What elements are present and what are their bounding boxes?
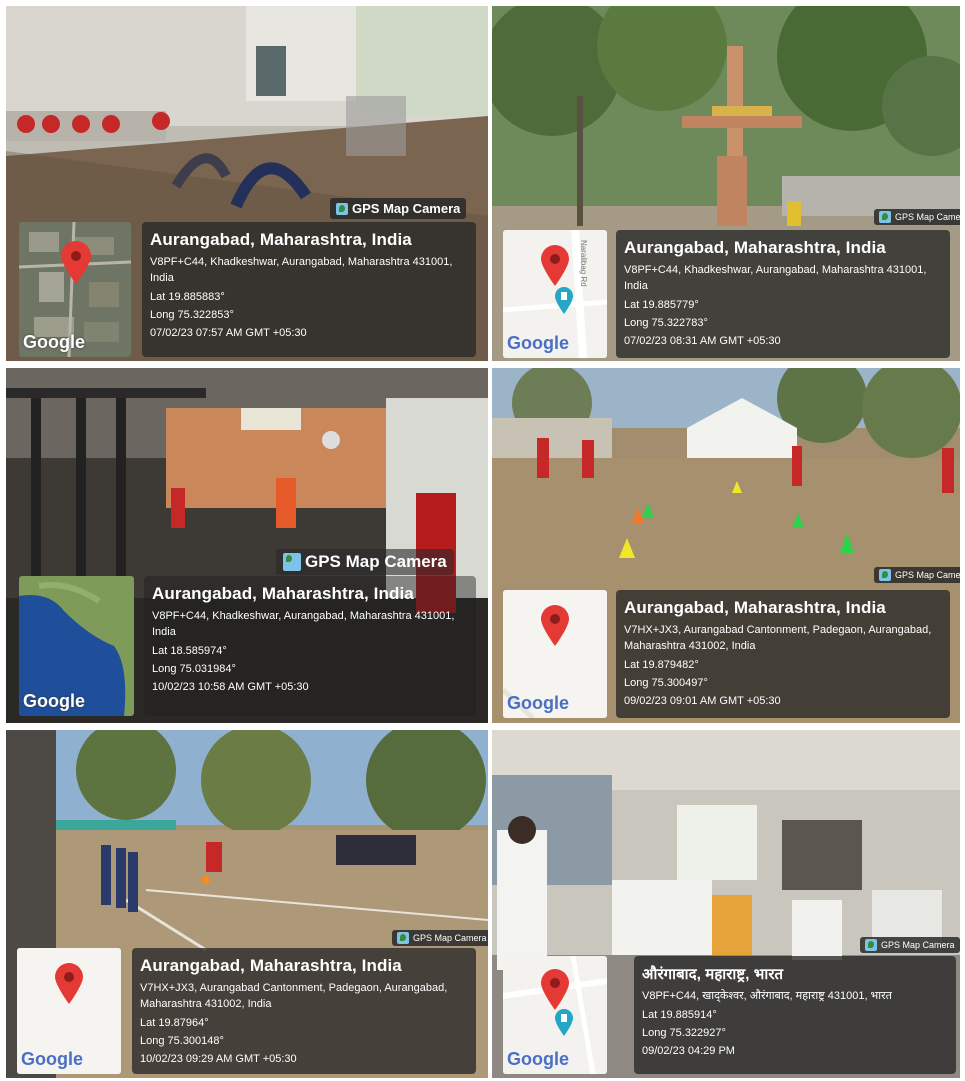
map-thumbnail: Google: [19, 576, 134, 716]
photo-tile-1: GPS Map Camera Google Aurangabad, Mahara…: [6, 6, 488, 361]
location-pin-icon: [61, 241, 91, 284]
location-title: Aurangabad, Maharashtra, India: [150, 230, 412, 249]
location-pin-icon: [541, 245, 569, 286]
gps-badge: GPS Map Camera: [276, 549, 454, 575]
latitude: Lat 19.885914°: [642, 1009, 717, 1021]
latitude: Lat 19.885883°: [150, 291, 225, 303]
badge-label: GPS Map Camera: [352, 201, 461, 216]
location-card: Aurangabad, Maharashtra, India V7HX+JX3,…: [616, 590, 950, 718]
photo-tile-4: GPS Map Camera Google Aurangabad, Mahara…: [492, 368, 960, 723]
longitude: Long 75.300497°: [624, 677, 708, 689]
google-logo: Google: [507, 1049, 569, 1069]
location-title: Aurangabad, Maharashtra, India: [624, 238, 886, 257]
photo-tile-6: GPS Map Camera Google औरंगाबाद, महाराष्ट…: [492, 730, 960, 1078]
google-logo: Google: [507, 693, 569, 713]
longitude: Long 75.322783°: [624, 317, 708, 329]
gps-badge: GPS Map Camera: [874, 567, 960, 583]
location-pin-icon: [541, 605, 569, 646]
latitude: Lat 18.585974°: [152, 645, 227, 657]
badge-label: GPS Map Camera: [305, 552, 447, 571]
map-thumbnail: Google: [17, 948, 121, 1074]
google-logo: Google: [21, 1049, 83, 1069]
badge-label: GPS Map Camera: [881, 940, 955, 950]
latitude: Lat 19.879482°: [624, 659, 699, 671]
timestamp: 10/02/23 10:58 AM GMT +05:30: [152, 681, 309, 693]
map-thumbnail: Google: [19, 222, 131, 357]
gps-camera-icon: [879, 569, 891, 581]
location-title: Aurangabad, Maharashtra, India: [152, 584, 414, 603]
gps-badge: GPS Map Camera: [392, 930, 488, 946]
location-address: V8PF+C44, Khadkeshwar, Aurangabad, Mahar…: [152, 610, 455, 638]
location-title: Aurangabad, Maharashtra, India: [140, 956, 402, 975]
gps-camera-icon: [336, 202, 348, 215]
transit-pin-icon: [555, 1009, 573, 1036]
transit-pin-icon: [555, 287, 573, 314]
google-logo: Google: [507, 333, 569, 353]
gps-camera-icon: [283, 553, 301, 571]
badge-label: GPS Map Camera: [895, 212, 960, 222]
timestamp: 09/02/23 04:29 PM: [642, 1045, 735, 1057]
location-pin-icon: [541, 969, 569, 1010]
location-address: V8PF+C44, खाद्केश्वर, औरंगाबाद, महाराष्ट…: [642, 990, 892, 1002]
map-thumbnail: Google: [503, 956, 607, 1074]
google-logo: Google: [23, 332, 85, 352]
location-card: Aurangabad, Maharashtra, India V8PF+C44,…: [144, 576, 476, 716]
longitude: Long 75.031984°: [152, 663, 236, 675]
location-address: V7HX+JX3, Aurangabad Cantonment, Padegao…: [140, 982, 448, 1010]
longitude: Long 75.322927°: [642, 1027, 726, 1039]
photo-tile-2: GPS Map Camera Naralibag Rd Google Auran…: [492, 6, 960, 361]
badge-label: GPS Map Camera: [895, 570, 960, 580]
location-title: औरंगाबाद, महाराष्ट्र, भारत: [642, 966, 784, 983]
location-card: Aurangabad, Maharashtra, India V7HX+JX3,…: [132, 948, 476, 1074]
longitude: Long 75.322853°: [150, 309, 234, 321]
map-thumbnail: Google: [503, 590, 607, 718]
location-card: औरंगाबाद, महाराष्ट्र, भारत V8PF+C44, खाद…: [634, 956, 956, 1074]
timestamp: 10/02/23 09:29 AM GMT +05:30: [140, 1053, 297, 1065]
map-street-label: Naralibag Rd: [579, 240, 588, 287]
timestamp: 07/02/23 08:31 AM GMT +05:30: [624, 335, 781, 347]
location-address: V8PF+C44, Khadkeshwar, Aurangabad, Mahar…: [624, 264, 927, 292]
latitude: Lat 19.87964°: [140, 1017, 209, 1029]
timestamp: 09/02/23 09:01 AM GMT +05:30: [624, 695, 781, 707]
gps-badge: GPS Map Camera: [330, 198, 467, 219]
gps-badge: GPS Map Camera: [860, 937, 960, 953]
longitude: Long 75.300148°: [140, 1035, 224, 1047]
location-pin-icon: [55, 963, 83, 1004]
photo-tile-3: GPS Map Camera Google Aurangabad, Mahara…: [6, 368, 488, 723]
gps-camera-icon: [865, 939, 877, 951]
gps-camera-icon: [879, 211, 891, 223]
location-address: V7HX+JX3, Aurangabad Cantonment, Padegao…: [624, 624, 932, 652]
timestamp: 07/02/23 07:57 AM GMT +05:30: [150, 327, 307, 339]
location-card: Aurangabad, Maharashtra, India V8PF+C44,…: [142, 222, 476, 357]
gps-camera-icon: [397, 932, 409, 944]
latitude: Lat 19.885779°: [624, 299, 699, 311]
gps-badge: GPS Map Camera: [874, 209, 960, 225]
map-thumbnail: Naralibag Rd Google: [503, 230, 607, 358]
badge-label: GPS Map Camera: [413, 933, 487, 943]
location-address: V8PF+C44, Khadkeshwar, Aurangabad, Mahar…: [150, 256, 453, 284]
google-logo: Google: [23, 691, 85, 711]
location-card: Aurangabad, Maharashtra, India V8PF+C44,…: [616, 230, 950, 358]
photo-tile-5: GPS Map Camera Google Aurangabad, Mahara…: [6, 730, 488, 1078]
location-title: Aurangabad, Maharashtra, India: [624, 598, 886, 617]
